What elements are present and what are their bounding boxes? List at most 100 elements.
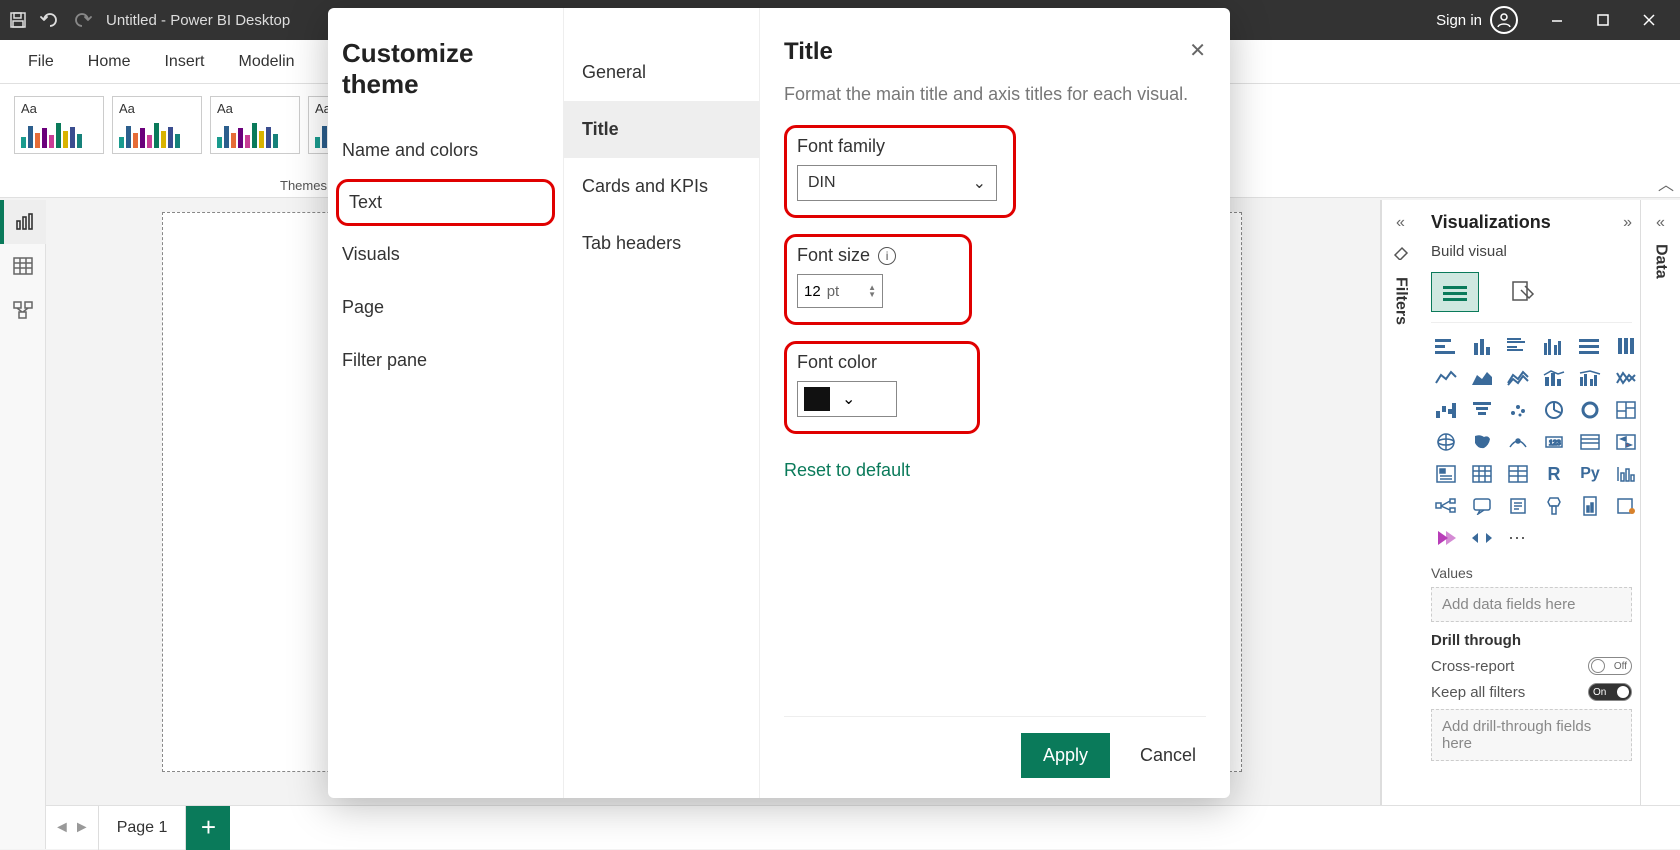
paginated-report-icon[interactable]: [1575, 493, 1605, 519]
hundred-stacked-column-icon[interactable]: [1611, 333, 1640, 359]
visualization-type-gallery: 123 R Py ⋯: [1431, 333, 1632, 551]
data-pane-collapsed[interactable]: « Data: [1640, 200, 1680, 849]
multi-row-card-icon[interactable]: [1611, 429, 1640, 455]
key-influencers-icon[interactable]: [1611, 461, 1640, 487]
slicer-icon[interactable]: [1467, 461, 1497, 487]
map-icon[interactable]: [1431, 429, 1461, 455]
power-apps-icon[interactable]: [1611, 493, 1640, 519]
card-icon[interactable]: [1575, 429, 1605, 455]
donut-chart-icon[interactable]: [1575, 397, 1605, 423]
values-section-label: Values: [1431, 565, 1632, 581]
add-page-button[interactable]: +: [186, 806, 230, 850]
filled-map-icon[interactable]: [1467, 429, 1497, 455]
kpi-icon[interactable]: [1431, 461, 1461, 487]
minimize-button[interactable]: [1534, 0, 1580, 40]
build-visual-tab[interactable]: [1431, 272, 1479, 312]
keep-filters-toggle[interactable]: On: [1588, 683, 1632, 701]
cat-tab-headers[interactable]: Tab headers: [564, 215, 759, 272]
cross-report-label: Cross-report: [1431, 658, 1514, 675]
app-title: Untitled - Power BI Desktop: [106, 12, 290, 29]
smart-narrative-icon[interactable]: [1503, 493, 1533, 519]
funnel-chart-icon[interactable]: [1467, 397, 1497, 423]
line-clustered-column-icon[interactable]: [1575, 365, 1605, 391]
cancel-button[interactable]: Cancel: [1130, 733, 1206, 778]
info-icon[interactable]: i: [878, 247, 896, 265]
power-automate-icon[interactable]: [1431, 525, 1461, 551]
user-icon: [1490, 6, 1518, 34]
stacked-area-chart-icon[interactable]: [1503, 365, 1533, 391]
data-view-icon[interactable]: [0, 244, 46, 288]
app-source-icon[interactable]: [1467, 525, 1497, 551]
clustered-bar-chart-icon[interactable]: [1503, 333, 1533, 359]
stacked-column-chart-icon[interactable]: [1467, 333, 1497, 359]
cat-cards-kpis[interactable]: Cards and KPIs: [564, 158, 759, 215]
font-family-select[interactable]: DIN ⌄: [797, 165, 997, 201]
nav-name-and-colors[interactable]: Name and colors: [328, 124, 563, 177]
format-visual-tab[interactable]: [1499, 272, 1547, 312]
ribbon-tab-insert[interactable]: Insert: [164, 53, 204, 71]
next-page-icon[interactable]: ►: [74, 819, 90, 837]
nav-visuals[interactable]: Visuals: [328, 228, 563, 281]
hundred-stacked-bar-icon[interactable]: [1575, 333, 1605, 359]
nav-page[interactable]: Page: [328, 281, 563, 334]
line-column-chart-icon[interactable]: [1539, 365, 1569, 391]
stacked-bar-chart-icon[interactable]: [1431, 333, 1461, 359]
undo-icon[interactable]: [40, 10, 60, 30]
redo-icon[interactable]: [72, 10, 92, 30]
data-label: Data: [1652, 244, 1670, 279]
more-visuals-icon[interactable]: ⋯: [1503, 525, 1533, 551]
nav-filter-pane[interactable]: Filter pane: [328, 334, 563, 387]
model-view-icon[interactable]: [0, 288, 46, 332]
decomposition-tree-icon[interactable]: [1431, 493, 1461, 519]
drill-through-field-well[interactable]: Add drill-through fields here: [1431, 709, 1632, 761]
filters-pane-collapsed[interactable]: « Filters: [1381, 200, 1419, 849]
theme-thumb[interactable]: Aa: [210, 96, 300, 154]
line-chart-icon[interactable]: [1431, 365, 1461, 391]
dialog-title: Customize theme: [328, 38, 563, 124]
pie-chart-icon[interactable]: [1539, 397, 1569, 423]
clustered-column-chart-icon[interactable]: [1539, 333, 1569, 359]
r-visual-icon[interactable]: R: [1539, 461, 1569, 487]
ribbon-collapse-icon[interactable]: ︿: [1658, 171, 1674, 195]
ribbon-tab-home[interactable]: Home: [88, 53, 131, 71]
svg-text:123: 123: [1549, 440, 1561, 447]
values-field-well[interactable]: Add data fields here: [1431, 587, 1632, 622]
ribbon-tab-modeling[interactable]: Modelin: [238, 53, 294, 71]
save-icon[interactable]: [8, 10, 28, 30]
scatter-chart-icon[interactable]: [1503, 397, 1533, 423]
cross-report-toggle[interactable]: Off: [1588, 657, 1632, 675]
prev-page-icon[interactable]: ◄: [54, 819, 70, 837]
table-icon[interactable]: [1503, 461, 1533, 487]
goals-icon[interactable]: [1539, 493, 1569, 519]
gauge-icon[interactable]: 123: [1539, 429, 1569, 455]
signin-button[interactable]: Sign in: [1436, 6, 1518, 34]
build-visual-label: Build visual: [1431, 243, 1632, 260]
area-chart-icon[interactable]: [1467, 365, 1497, 391]
cat-title[interactable]: Title: [564, 101, 759, 158]
font-color-picker[interactable]: ⌄: [797, 381, 897, 417]
azure-map-icon[interactable]: [1503, 429, 1533, 455]
waterfall-chart-icon[interactable]: [1431, 397, 1461, 423]
maximize-button[interactable]: [1580, 0, 1626, 40]
font-size-input[interactable]: 12 pt ▲▼: [797, 274, 883, 308]
apply-button[interactable]: Apply: [1021, 733, 1110, 778]
font-color-group: Font color ⌄: [784, 341, 980, 434]
reset-to-default-link[interactable]: Reset to default: [784, 460, 1206, 481]
close-button[interactable]: [1626, 0, 1672, 40]
theme-thumb[interactable]: Aa: [14, 96, 104, 154]
visualizations-title: Visualizations: [1431, 212, 1551, 233]
nav-text[interactable]: Text: [336, 179, 555, 226]
cat-general[interactable]: General: [564, 44, 759, 101]
ribbon-chart-icon[interactable]: [1611, 365, 1640, 391]
report-view-icon[interactable]: [0, 200, 46, 244]
page-tab[interactable]: Page 1: [98, 806, 187, 850]
treemap-icon[interactable]: [1611, 397, 1640, 423]
theme-thumb[interactable]: Aa: [112, 96, 202, 154]
qa-visual-icon[interactable]: [1467, 493, 1497, 519]
font-family-group: Font family DIN ⌄: [784, 125, 1016, 218]
number-stepper[interactable]: ▲▼: [868, 284, 876, 298]
ribbon-tab-file[interactable]: File: [28, 53, 54, 71]
chevron-right-icon[interactable]: »: [1623, 214, 1632, 232]
py-visual-icon[interactable]: Py: [1575, 461, 1605, 487]
close-icon[interactable]: ✕: [1189, 38, 1206, 63]
